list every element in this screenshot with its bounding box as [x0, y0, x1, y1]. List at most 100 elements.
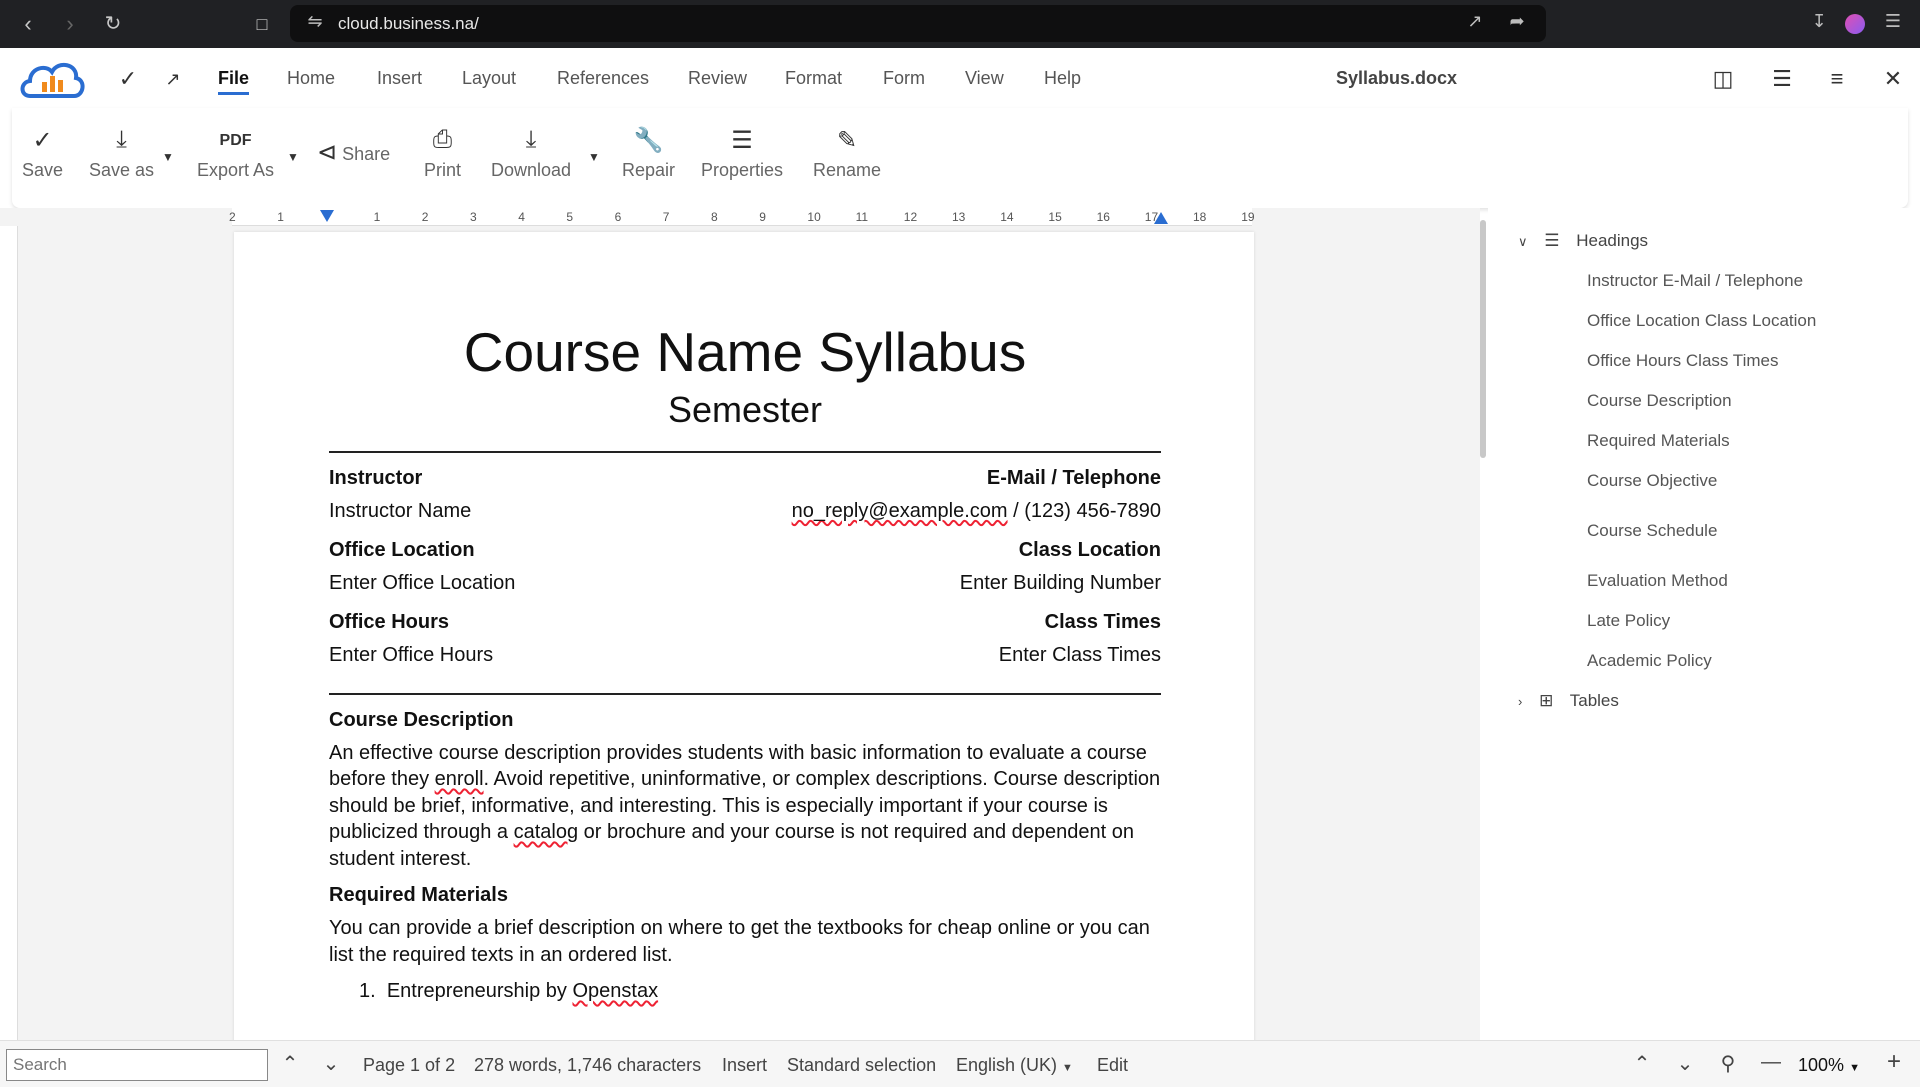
edit-external-icon[interactable]: ↗	[156, 62, 190, 96]
nav-heading-item[interactable]: Instructor E-Mail / Telephone	[1587, 271, 1803, 291]
document-heading[interactable]: Course Name Syllabus	[329, 322, 1161, 383]
avatar[interactable]	[1845, 14, 1865, 34]
page-count[interactable]: Page 1 of 2	[363, 1055, 455, 1076]
open-external-icon[interactable]: ↗	[1462, 11, 1488, 32]
browser-menu-icon[interactable]: ☰	[1880, 11, 1906, 32]
misspelled-word[interactable]: catalog	[514, 821, 579, 843]
misspelled-word[interactable]: Openstax	[572, 980, 658, 1002]
nav-heading-item[interactable]: Evaluation Method	[1587, 571, 1728, 591]
class-location-label[interactable]: Class Location	[1019, 539, 1161, 562]
language-select[interactable]: English (UK) ▼	[956, 1055, 1073, 1076]
nav-heading-item[interactable]: Office Hours Class Times	[1587, 351, 1778, 371]
nav-heading-item[interactable]: Course Description	[1587, 391, 1732, 411]
share-button[interactable]: ⊲ Share	[317, 138, 390, 167]
downloads-icon[interactable]: ↧	[1806, 11, 1832, 32]
office-location-value[interactable]: Enter Office Location	[329, 572, 515, 595]
reload-icon[interactable]: ↻	[99, 10, 127, 38]
document-subtitle[interactable]: Semester	[329, 389, 1161, 431]
email-value[interactable]: no_reply@example.com	[792, 500, 1008, 522]
misspelled-word[interactable]: enroll	[435, 768, 484, 790]
document-title[interactable]: Syllabus.docx	[1336, 68, 1457, 89]
right-indent-marker[interactable]	[1154, 212, 1168, 224]
insert-mode[interactable]: Insert	[722, 1055, 767, 1076]
instructor-value[interactable]: Instructor Name	[329, 500, 471, 523]
site-settings-icon[interactable]: ⇋	[302, 11, 328, 32]
export-as-dropdown-icon[interactable]: ▼	[287, 150, 299, 164]
print-button[interactable]: ⎙ Print	[424, 126, 461, 181]
tab-form[interactable]: Form	[883, 68, 925, 89]
share-page-icon[interactable]: ➦	[1504, 11, 1530, 32]
class-times-value[interactable]: Enter Class Times	[999, 644, 1161, 667]
headings-group[interactable]: ∨ ☰ Headings	[1518, 231, 1648, 251]
list-item[interactable]: 1. Entrepreneurship by Openstax	[359, 980, 1161, 1003]
tab-references[interactable]: References	[557, 68, 649, 89]
tab-file[interactable]: File	[218, 68, 250, 95]
chevron-right-icon[interactable]: ›	[1518, 694, 1522, 709]
class-location-value[interactable]: Enter Building Number	[960, 572, 1161, 595]
tables-group[interactable]: › ⊞ Tables	[1518, 691, 1619, 711]
selection-mode[interactable]: Standard selection	[787, 1055, 936, 1076]
horizontal-ruler[interactable]: 2 1 1 2 3 4 5 6 7 8 9 10 11 12 13 14 15 16 17 18 19	[229, 208, 1255, 226]
chevron-down-icon[interactable]: ∨	[1518, 234, 1528, 249]
save-as-button[interactable]: ⤓ Save as	[89, 126, 154, 181]
office-location-label[interactable]: Office Location	[329, 539, 475, 562]
address-bar[interactable]: ⇋ cloud.business.na/ ↗ ➦	[290, 5, 1546, 42]
zoom-in-icon[interactable]: +	[1882, 1048, 1906, 1076]
nav-heading-item[interactable]: Course Objective	[1587, 471, 1717, 491]
repair-button[interactable]: 🔧 Repair	[622, 126, 675, 181]
tab-home[interactable]: Home	[287, 68, 335, 89]
download-dropdown-icon[interactable]: ▼	[588, 150, 600, 164]
email-phone-value[interactable]: no_reply@example.com / (123) 456-7890	[792, 500, 1161, 523]
office-hours-value[interactable]: Enter Office Hours	[329, 644, 493, 667]
save-button[interactable]: ✓ Save	[22, 126, 63, 181]
tab-format[interactable]: Format	[785, 68, 842, 89]
office-hours-label[interactable]: Office Hours	[329, 611, 449, 634]
search-up-icon[interactable]: ⌃	[278, 1051, 302, 1076]
properties-button[interactable]: ☰ Properties	[701, 126, 783, 181]
back-icon[interactable]: ‹	[14, 10, 42, 38]
edit-mode[interactable]: Edit	[1097, 1055, 1128, 1076]
required-materials-heading[interactable]: Required Materials	[329, 884, 1161, 907]
rename-button[interactable]: ✎ Rename	[813, 126, 881, 181]
download-button[interactable]: ⤓ Download	[491, 126, 571, 181]
export-as-button[interactable]: PDF Export As	[197, 126, 274, 181]
tab-review[interactable]: Review	[688, 68, 747, 89]
next-page-icon[interactable]: ⌄	[1673, 1051, 1697, 1076]
nav-heading-item[interactable]: Academic Policy	[1587, 651, 1712, 671]
nav-heading-item[interactable]: Office Location Class Location	[1587, 311, 1816, 331]
zoom-select[interactable]: 100% ▼	[1798, 1055, 1860, 1076]
save-as-dropdown-icon[interactable]: ▼	[162, 150, 174, 164]
left-indent-marker[interactable]	[320, 210, 334, 222]
instructor-label[interactable]: Instructor	[329, 467, 422, 490]
navigator-icon[interactable]: ☰	[1765, 62, 1799, 96]
tab-view[interactable]: View	[965, 68, 1004, 89]
course-description-heading[interactable]: Course Description	[329, 709, 1161, 732]
nav-heading-item[interactable]: Required Materials	[1587, 431, 1730, 451]
word-count[interactable]: 278 words, 1,746 characters	[474, 1055, 701, 1076]
tab-help[interactable]: Help	[1044, 68, 1081, 89]
phone-value[interactable]: / (123) 456-7890	[1008, 500, 1161, 522]
previous-page-icon[interactable]: ⌃	[1630, 1051, 1654, 1076]
nav-heading-item[interactable]: Course Schedule	[1587, 521, 1717, 541]
class-times-label[interactable]: Class Times	[1045, 611, 1161, 634]
document-page[interactable]: Course Name Syllabus Semester Instructor…	[234, 232, 1254, 1040]
close-icon[interactable]: ✕	[1876, 62, 1910, 96]
zoom-reset-icon[interactable]: ⚲	[1716, 1051, 1740, 1076]
search-input[interactable]	[6, 1049, 268, 1081]
forward-icon[interactable]: ›	[56, 10, 84, 38]
nav-heading-item[interactable]: Late Policy	[1587, 611, 1670, 631]
tab-insert[interactable]: Insert	[377, 68, 422, 89]
compact-toolbar-icon[interactable]: ≡	[1820, 62, 1854, 96]
bookmark-icon[interactable]: □	[248, 10, 276, 38]
document-workspace[interactable]: 2 1 1 2 3 4 5 6 7 8 9 10 11 12 13 14 15 16 17 18 19 Course N…	[0, 208, 1480, 1040]
vertical-ruler[interactable]	[0, 226, 18, 1040]
required-materials-text[interactable]: You can provide a brief description on w…	[329, 915, 1161, 968]
search-down-icon[interactable]: ⌄	[319, 1051, 343, 1076]
email-label[interactable]: E-Mail / Telephone	[987, 467, 1161, 490]
tab-layout[interactable]: Layout	[462, 68, 516, 89]
zoom-out-icon[interactable]: —	[1759, 1051, 1783, 1074]
check-icon[interactable]: ✓	[111, 62, 145, 96]
vertical-scrollbar[interactable]	[1480, 220, 1486, 458]
sidebar-toggle-icon[interactable]: ◫	[1706, 62, 1740, 96]
course-description-text[interactable]: An effective course description provides…	[329, 740, 1161, 873]
